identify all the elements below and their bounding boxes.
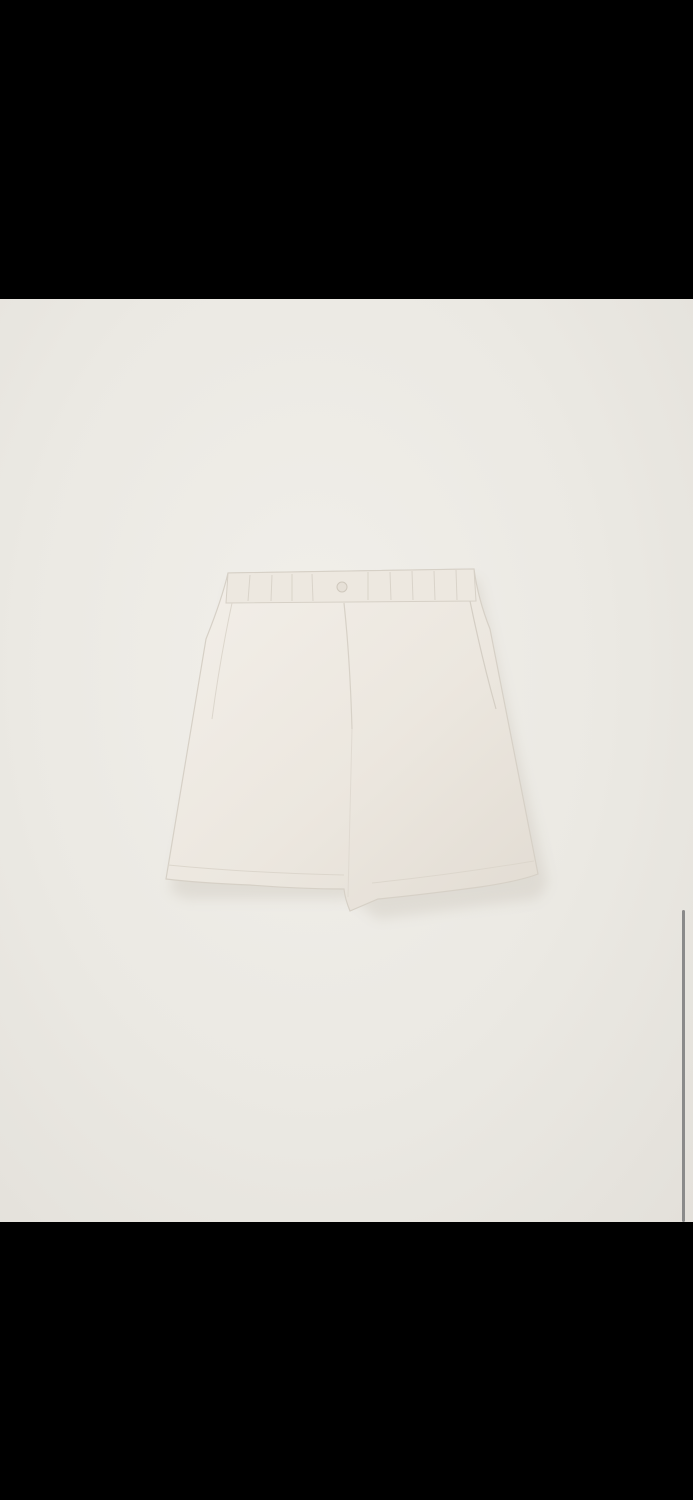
waist-button <box>336 581 348 593</box>
scroll-indicator[interactable] <box>682 910 685 1222</box>
elastic-waistband <box>225 568 477 604</box>
shorts-illustration <box>165 568 548 919</box>
bottom-letterbox <box>0 1222 693 1500</box>
product-photo[interactable] <box>0 299 693 1222</box>
top-letterbox <box>0 0 693 299</box>
